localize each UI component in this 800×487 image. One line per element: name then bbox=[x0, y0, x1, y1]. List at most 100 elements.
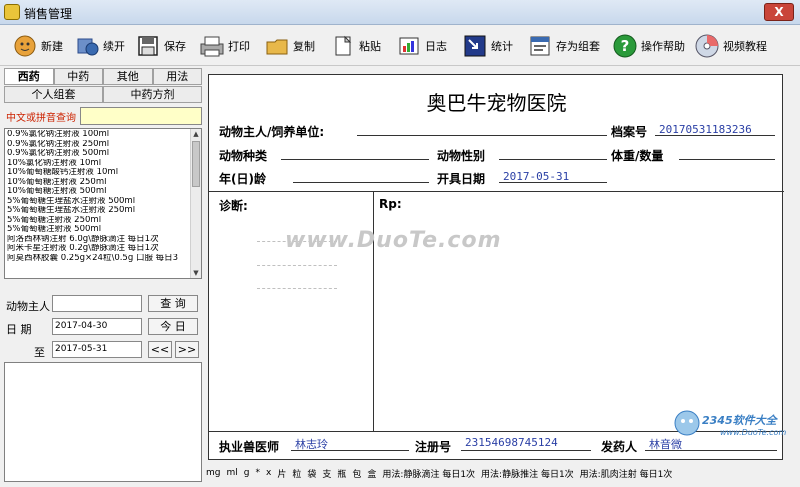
stats-icon bbox=[462, 33, 488, 59]
copy-button[interactable]: 复制 bbox=[264, 31, 315, 61]
continue-icon bbox=[74, 33, 100, 59]
tab-western-medicine[interactable]: 西药 bbox=[4, 68, 54, 85]
prev-button[interactable]: << bbox=[148, 341, 172, 358]
set-tabs: 个人组套 中药方剂 bbox=[4, 86, 202, 103]
title-bar: 销售管理 X bbox=[0, 0, 800, 25]
diagnosis-line bbox=[257, 288, 337, 289]
drug-list-item[interactable]: 5%葡萄糖注射液 250ml bbox=[7, 216, 191, 226]
unit-shortcut[interactable]: g bbox=[244, 468, 250, 478]
scroll-down-icon[interactable]: ▼ bbox=[191, 268, 201, 278]
date-label: 日 期 bbox=[6, 323, 32, 336]
issue-date-underline bbox=[499, 182, 607, 183]
tab-chinese-formula[interactable]: 中药方剂 bbox=[103, 86, 202, 103]
scroll-thumb[interactable] bbox=[192, 141, 200, 187]
tab-usage[interactable]: 用法 bbox=[152, 68, 202, 85]
query-button[interactable]: 查 询 bbox=[148, 295, 198, 312]
toolbar: 新建 续开 保存 打印 复制 粘贴 日志 统计 存为组套 ? 操作帮助 视频教程 bbox=[0, 26, 800, 66]
help-icon: ? bbox=[612, 33, 638, 59]
next-button[interactable]: >> bbox=[175, 341, 199, 358]
unit-shortcut[interactable]: 支 bbox=[322, 467, 331, 480]
help-button[interactable]: ? 操作帮助 bbox=[612, 31, 685, 61]
drug-list-item[interactable]: 阿洛西林钠注射 6.0g\静脉滴注 每日1次 bbox=[7, 235, 191, 245]
tab-other[interactable]: 其他 bbox=[103, 68, 153, 85]
watermark: www.DuoTe.com bbox=[285, 228, 502, 253]
new-button[interactable]: 新建 bbox=[12, 31, 63, 61]
today-button[interactable]: 今 日 bbox=[148, 318, 198, 335]
drug-list-item[interactable]: 10%葡萄糖注射液 500ml bbox=[7, 187, 191, 197]
unit-shortcut[interactable]: 用法:静脉滴注 每日1次 bbox=[382, 467, 475, 480]
save-button[interactable]: 保存 bbox=[135, 31, 186, 61]
owner-label: 动物主人/饲养单位: bbox=[219, 125, 325, 139]
owner-underline bbox=[357, 135, 607, 136]
unit-shortcut[interactable]: x bbox=[266, 468, 271, 478]
close-button[interactable]: X bbox=[764, 3, 794, 21]
unit-shortcut[interactable]: 用法:肌肉注射 每日1次 bbox=[580, 467, 673, 480]
weight-label: 体重/数量 bbox=[611, 149, 664, 163]
paste-icon bbox=[330, 33, 356, 59]
drug-list-item[interactable]: 阿米卡星注射液 0.2g\静脉滴注 每日1次 bbox=[7, 244, 191, 254]
drug-list-scrollbar[interactable]: ▲ ▼ bbox=[190, 129, 201, 278]
vet-underline bbox=[291, 450, 409, 451]
date-from-input[interactable]: 2017-04-30 bbox=[52, 318, 142, 335]
drug-list-item[interactable]: 0.9%氯化钠注射液 500ml bbox=[7, 149, 191, 159]
unit-shortcut[interactable]: 瓶 bbox=[337, 467, 346, 480]
log-button[interactable]: 日志 bbox=[396, 31, 447, 61]
sex-underline bbox=[499, 159, 607, 160]
search-input[interactable] bbox=[80, 107, 202, 125]
stats-button[interactable]: 统计 bbox=[462, 31, 513, 61]
age-underline bbox=[293, 182, 429, 183]
record-list[interactable] bbox=[4, 362, 202, 482]
unit-shortcut[interactable]: 袋 bbox=[307, 467, 316, 480]
video-icon bbox=[694, 33, 720, 59]
drug-list-item[interactable]: 5%葡萄糖注射液 500ml bbox=[7, 225, 191, 235]
search-row: 中文或拼音查询 bbox=[4, 107, 202, 125]
drug-list-item[interactable]: 0.9%氯化钠注射液 250ml bbox=[7, 140, 191, 150]
save-as-set-button[interactable]: 存为组套 bbox=[527, 31, 600, 61]
mascot-icon bbox=[674, 410, 700, 436]
drug-list-item[interactable]: 10%葡萄糖注射液 250ml bbox=[7, 178, 191, 188]
species-underline bbox=[281, 159, 429, 160]
unit-shortcut[interactable]: mg bbox=[206, 468, 220, 478]
scroll-up-icon[interactable]: ▲ bbox=[191, 129, 201, 139]
drug-list-item[interactable]: 10%葡萄糖酸钙注射液 10ml bbox=[7, 168, 191, 178]
tab-personal-set[interactable]: 个人组套 bbox=[4, 86, 103, 103]
hospital-name: 奥巴牛宠物医院 bbox=[426, 91, 567, 115]
save-icon bbox=[135, 33, 161, 59]
drug-list-item[interactable]: 0.9%氯化钠注射液 100ml bbox=[7, 130, 191, 140]
file-underline bbox=[655, 135, 775, 136]
issue-date-label: 开具日期 bbox=[437, 172, 486, 186]
unit-shortcut[interactable]: 包 bbox=[352, 467, 361, 480]
owner-filter-input[interactable] bbox=[52, 295, 142, 312]
continue-button[interactable]: 续开 bbox=[74, 31, 125, 61]
weight-underline bbox=[679, 159, 775, 160]
unit-shortcut[interactable]: 用法:静脉推注 每日1次 bbox=[481, 467, 574, 480]
tab-chinese-medicine[interactable]: 中药 bbox=[53, 68, 103, 85]
date-to-input[interactable]: 2017-05-31 bbox=[52, 341, 142, 358]
drug-list-item[interactable]: 阿莫西林胶囊 0.25g×24粒\0.5g 口服 每日3 bbox=[7, 254, 191, 264]
unit-shortcut[interactable]: ml bbox=[226, 468, 237, 478]
paste-button[interactable]: 粘贴 bbox=[330, 31, 381, 61]
print-icon bbox=[199, 33, 225, 59]
dispenser-label: 发药人 bbox=[601, 440, 638, 454]
video-button[interactable]: 视频教程 bbox=[694, 31, 767, 61]
svg-text:?: ? bbox=[621, 37, 630, 55]
window-title: 销售管理 bbox=[24, 7, 73, 21]
unit-shortcut[interactable]: 盒 bbox=[367, 467, 376, 480]
new-icon bbox=[12, 33, 38, 59]
file-number-label: 档案号 bbox=[611, 125, 648, 139]
print-button[interactable]: 打印 bbox=[199, 31, 250, 61]
diagnosis-line bbox=[257, 265, 337, 266]
registration-underline bbox=[461, 450, 591, 451]
unit-shortcut[interactable]: 片 bbox=[277, 467, 286, 480]
site-logo: 2345软件大全 www.DuoTe.com bbox=[672, 408, 792, 442]
search-label: 中文或拼音查询 bbox=[6, 113, 76, 124]
dispenser-underline bbox=[645, 450, 777, 451]
drug-list-item[interactable]: 5%葡萄糖生理盐水注射液 500ml bbox=[7, 197, 191, 207]
sex-label: 动物性别 bbox=[437, 149, 486, 163]
unit-shortcut[interactable]: * bbox=[255, 468, 260, 478]
drug-list-item[interactable]: 10%氯化钠注射液 10ml bbox=[7, 159, 191, 169]
log-icon bbox=[396, 33, 422, 59]
drug-list-item[interactable]: 5%葡萄糖生理盐水注射液 250ml bbox=[7, 206, 191, 216]
prescription-form: 奥巴牛宠物医院 动物主人/饲养单位: 档案号 20170531183236 动物… bbox=[208, 74, 784, 460]
unit-shortcut[interactable]: 粒 bbox=[292, 467, 301, 480]
